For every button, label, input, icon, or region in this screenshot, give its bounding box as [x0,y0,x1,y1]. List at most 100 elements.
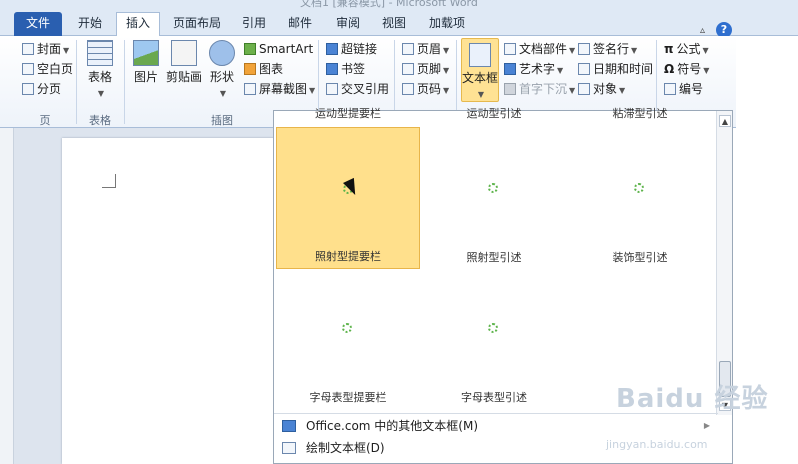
loading-spinner-icon [488,323,498,333]
chevron-down-icon: ▼ [309,86,316,95]
group-label-tables: 表格 [89,114,111,127]
calendar-icon [578,63,590,75]
tab-home[interactable]: 开始 [68,13,112,36]
tab-addins[interactable]: 加载项 [422,13,472,36]
chevron-down-icon: ▼ [63,46,70,55]
chevron-down-icon: ▼ [703,66,710,75]
header-button[interactable]: 页眉 ▼ [402,40,449,60]
cover-page-button[interactable]: 封面 ▼ [22,40,69,60]
page-number-icon [402,83,414,95]
group-divider [124,40,125,124]
draw-textbox-icon [282,442,296,454]
textbox-icon [469,43,491,67]
number-icon [664,83,676,95]
screenshot-icon [244,83,256,95]
chevron-down-icon: ▼ [219,89,227,98]
vertical-ruler [0,128,14,464]
table-icon [87,40,113,66]
gallery-top-label: 运动型引述 [466,107,522,120]
signature-line-button[interactable]: 签名行 ▼ [578,40,637,60]
screenshot-button[interactable]: 屏幕截图 ▼ [244,80,315,100]
chevron-down-icon: ▼ [443,46,450,55]
number-button[interactable]: 编号 [664,80,703,98]
cover-page-icon [22,43,34,55]
gallery-item-decorative-quote[interactable]: 装饰型引述 [568,127,712,269]
table-button[interactable]: 表格 ▼ [82,40,118,99]
smartart-icon [244,43,256,55]
watermark-logo: Baidu 经验 [616,384,769,414]
drop-cap-button[interactable]: 首字下沉 ▼ [504,80,575,100]
group-label-pages: 页 [39,114,51,127]
document-page[interactable] [62,138,276,464]
page-break-icon [22,83,34,95]
page-number-button[interactable]: 页码 ▼ [402,80,449,100]
office-online-icon [282,420,296,432]
blank-page-button[interactable]: 空白页 [22,60,73,78]
chevron-down-icon: ▼ [443,66,450,75]
collapse-ribbon-icon[interactable]: ▵ [700,25,705,36]
chevron-down-icon: ▼ [569,46,576,55]
footer-icon [402,63,414,75]
loading-spinner-icon [634,183,644,193]
gallery-item-spotlight-sidebar[interactable]: 照射型提要栏 [276,127,420,269]
chevron-down-icon: ▼ [557,66,564,75]
wordart-button[interactable]: 艺术字 ▼ [504,60,563,80]
ribbon-tab-bar: 文件 开始 插入 页面布局 引用 邮件 审阅 视图 加载项 ▵ ? [0,10,798,38]
gallery-scrollbar[interactable]: ▲ ▼ [716,111,732,415]
bookmark-button[interactable]: 书签 [326,60,365,78]
gallery-top-label: 运动型提要栏 [315,107,381,120]
tab-insert[interactable]: 插入 [116,12,160,36]
wordart-icon [504,63,516,75]
quick-parts-icon [504,43,516,55]
clipart-icon [171,40,197,66]
loading-spinner-icon [488,183,498,193]
cross-reference-button[interactable]: 交叉引用 [326,80,389,98]
chevron-down-icon: ▼ [97,89,105,98]
document-area [0,128,276,464]
tab-references[interactable]: 引用 [234,13,274,36]
chart-icon [244,63,256,75]
gallery-item-spotlight-quote[interactable]: 照射型引述 [422,127,566,269]
gallery-top-label: 粘滞型引述 [612,107,668,120]
submenu-arrow-icon: ▶ [703,421,710,430]
symbol-button[interactable]: Ω 符号 ▼ [664,60,709,80]
more-textboxes-office-menu-item[interactable]: Office.com 中的其他文本框(M) ▶ [274,415,718,437]
window-title: 文档1 [兼容模式] - Microsoft Word [300,0,478,9]
tab-review[interactable]: 审阅 [328,13,368,36]
smartart-button[interactable]: SmartArt [244,40,313,58]
chevron-down-icon: ▼ [569,86,576,95]
shapes-icon [209,40,235,66]
group-divider [76,40,77,124]
chart-button[interactable]: 图表 [244,60,283,78]
shapes-button[interactable]: 形状 ▼ [206,40,238,99]
equation-button[interactable]: π 公式 ▼ [664,40,709,60]
page-break-button[interactable]: 分页 [22,80,61,98]
gallery-item-alphabet-sidebar[interactable]: 字母表型提要栏 [276,267,420,409]
margin-corner-mark [102,174,116,188]
date-time-button[interactable]: 日期和时间 [578,60,653,78]
chevron-down-icon: ▼ [477,90,485,99]
loading-spinner-icon [342,323,352,333]
scroll-up-icon[interactable]: ▲ [719,115,731,127]
tab-file[interactable]: 文件 [14,12,62,36]
tab-mailings[interactable]: 邮件 [280,13,320,36]
watermark-url: jingyan.baidu.com [606,438,708,451]
quick-parts-button[interactable]: 文档部件 ▼ [504,40,575,60]
omega-icon: Ω [664,62,675,76]
footer-button[interactable]: 页脚 ▼ [402,60,449,80]
drop-cap-icon [504,83,516,95]
picture-button[interactable]: 图片 [130,40,162,85]
blank-page-icon [22,63,34,75]
title-bar: 文档1 [兼容模式] - Microsoft Word [0,0,798,10]
clipart-button[interactable]: 剪贴画 [164,40,204,85]
tab-page-layout[interactable]: 页面布局 [164,13,230,36]
object-button[interactable]: 对象 ▼ [578,80,625,100]
hyperlink-button[interactable]: 超链接 [326,40,377,58]
gallery-item-alphabet-quote[interactable]: 字母表型引述 [422,267,566,409]
tab-view[interactable]: 视图 [374,13,414,36]
bookmark-icon [326,63,338,75]
picture-icon [133,40,159,66]
signature-icon [578,43,590,55]
textbox-button[interactable]: 文本框 ▼ [461,38,499,102]
chevron-down-icon: ▼ [631,46,638,55]
